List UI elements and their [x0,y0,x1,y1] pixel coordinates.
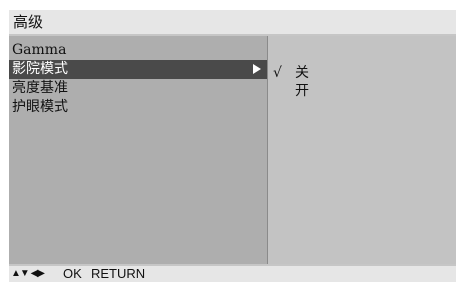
osd-menu: 高级 Gamma 影院模式 亮度基准 护眼模式 √ 关 开 ▲▼ ◀▶ OK R… [9,10,456,282]
menu-item-label: 影院模式 [12,61,68,77]
page-title: 高级 [13,13,44,31]
check-icon: √ [273,65,282,81]
arrow-right-icon [253,64,261,74]
menu-list: Gamma 影院模式 亮度基准 护眼模式 [9,36,268,264]
option-off[interactable]: √ 关 [268,64,456,82]
menu-item-label: Gamma [12,42,67,58]
option-label: 开 [295,83,309,99]
option-list: √ 关 开 [268,36,456,264]
menu-item-label: 亮度基准 [12,80,68,96]
hint-bar: ▲▼ ◀▶ OK RETURN [9,266,456,282]
menu-item-brightness-base[interactable]: 亮度基准 [9,79,267,98]
navigation-arrows-icon: ▲▼ ◀▶ [11,268,45,279]
return-hint: RETURN [91,266,146,281]
option-label: 关 [295,65,309,81]
menu-item-eye-care-mode[interactable]: 护眼模式 [9,98,267,117]
ok-hint: OK [63,266,82,281]
menu-item-label: 护眼模式 [12,99,68,115]
menu-item-cinema-mode[interactable]: 影院模式 [9,60,267,79]
menu-item-gamma[interactable]: Gamma [9,41,267,60]
option-on[interactable]: 开 [268,82,456,100]
title-bar: 高级 [9,10,456,34]
